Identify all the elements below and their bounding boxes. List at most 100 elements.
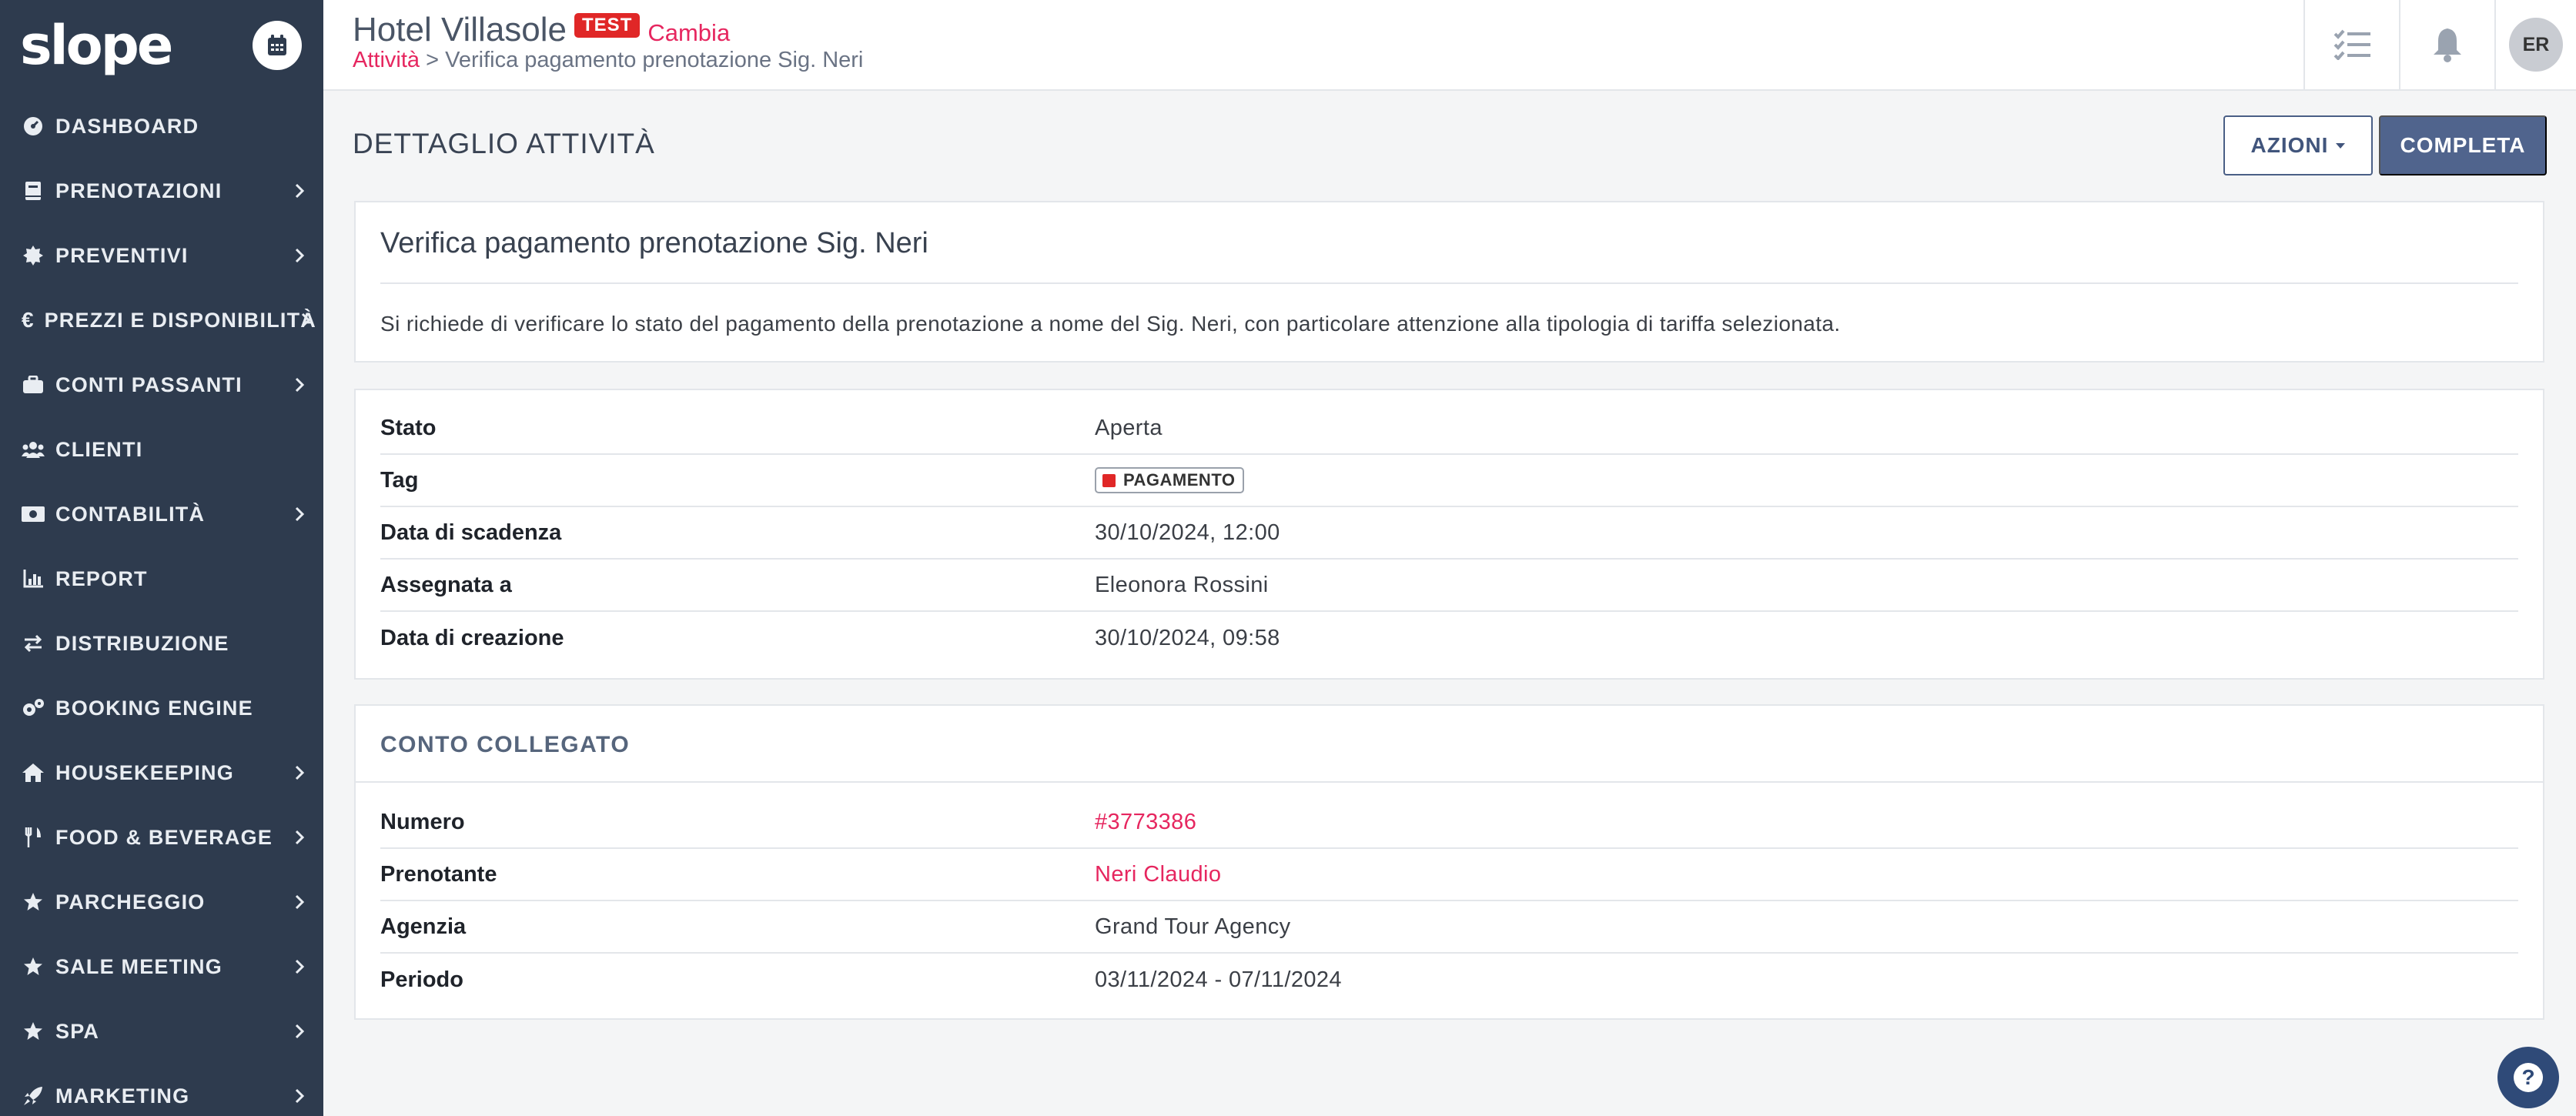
dashboard-gauge-icon	[22, 115, 45, 138]
chevron-right-icon	[295, 248, 305, 263]
detail-row-assegnata: Assegnata a Eleonora Rossini	[380, 560, 2518, 612]
chevron-right-icon	[295, 830, 305, 845]
hotel-selector: Hotel Villasole TEST Cambia	[353, 11, 730, 49]
sidebar: slope DASHBOARD PRENOTAZIONI PREVENTIVI	[0, 0, 323, 1116]
sidebar-item-spa[interactable]: SPA	[0, 999, 323, 1064]
chevron-right-icon	[295, 765, 305, 780]
sidebar-item-label: PREZZI E DISPONIBILITÀ	[44, 308, 316, 332]
linked-account-card: CONTO COLLEGATO Numero #3773386 Prenotan…	[354, 704, 2544, 1020]
caret-down-icon	[2336, 142, 2346, 149]
change-hotel-link[interactable]: Cambia	[647, 19, 730, 47]
account-label: Agenzia	[380, 914, 467, 939]
sidebar-item-label: DISTRIBUZIONE	[55, 631, 229, 655]
help-button[interactable]: ?	[2497, 1047, 2559, 1108]
detail-value: Eleonora Rossini	[1095, 572, 1269, 597]
detail-label: Tag	[380, 467, 419, 493]
home-icon	[22, 761, 45, 784]
account-value: Grand Tour Agency	[1095, 914, 1291, 939]
actions-dropdown-button[interactable]: AZIONI	[2223, 115, 2373, 175]
sidebar-item-conti-passanti[interactable]: CONTI PASSANTI	[0, 353, 323, 417]
sidebar-item-parcheggio[interactable]: PARCHEGGIO	[0, 870, 323, 934]
sidebar-item-label: SPA	[55, 1019, 100, 1043]
detail-value: 30/10/2024, 09:58	[1095, 625, 1280, 650]
breadcrumb-link-attivita[interactable]: Attività	[353, 48, 420, 72]
chevron-right-icon	[295, 894, 305, 910]
detail-row-creazione: Data di creazione 30/10/2024, 09:58	[380, 612, 2518, 664]
sidebar-item-food-beverage[interactable]: FOOD & BEVERAGE	[0, 805, 323, 870]
detail-label: Data di creazione	[380, 625, 564, 650]
rocket-icon	[22, 1084, 45, 1108]
detail-label: Data di scadenza	[380, 520, 562, 545]
breadcrumb-current: Verifica pagamento prenotazione Sig. Ner…	[445, 48, 864, 72]
sidebar-item-label: DASHBOARD	[55, 114, 199, 138]
tag-badge[interactable]: PAGAMENTO	[1095, 467, 1245, 493]
task-description: Si richiede di verificare lo stato del p…	[380, 312, 1841, 336]
sidebar-item-label: BOOKING ENGINE	[55, 696, 253, 720]
slope-logo[interactable]: slope	[20, 18, 173, 72]
sidebar-item-housekeeping[interactable]: HOUSEKEEPING	[0, 740, 323, 805]
star-icon	[22, 1020, 45, 1043]
divider	[356, 781, 2543, 783]
sidebar-item-preventivi[interactable]: PREVENTIVI	[0, 223, 323, 288]
task-list-icon	[2333, 29, 2370, 60]
sidebar-item-clienti[interactable]: CLIENTI	[0, 417, 323, 482]
hotel-name: Hotel Villasole	[353, 11, 567, 48]
account-row-numero: Numero #3773386	[380, 797, 2518, 849]
breadcrumb: Attività > Verifica pagamento prenotazio…	[353, 48, 863, 73]
sidebar-item-label: CONTI PASSANTI	[55, 373, 243, 396]
calendar-icon	[268, 35, 286, 55]
actions-button-label: AZIONI	[2250, 133, 2329, 157]
sidebar-item-label: PRENOTAZIONI	[55, 179, 222, 202]
account-number-link[interactable]: #3773386	[1095, 810, 1196, 835]
notifications-button[interactable]	[2399, 0, 2494, 89]
euro-icon: €	[22, 308, 34, 332]
account-label: Numero	[380, 809, 465, 834]
sidebar-item-report[interactable]: REPORT	[0, 546, 323, 611]
users-icon	[22, 438, 45, 461]
book-icon	[22, 179, 45, 202]
sidebar-item-dashboard[interactable]: DASHBOARD	[0, 94, 323, 159]
detail-label: Assegnata a	[380, 572, 512, 597]
chevron-right-icon	[295, 377, 305, 393]
top-header: Hotel Villasole TEST Cambia Attività > V…	[323, 0, 2576, 91]
chevron-right-icon	[295, 1088, 305, 1104]
sidebar-item-label: FOOD & BEVERAGE	[55, 825, 273, 849]
divider	[380, 282, 2518, 284]
account-row-prenotante: Prenotante Neri Claudio	[380, 849, 2518, 901]
complete-button[interactable]: COMPLETA	[2379, 115, 2547, 175]
star-icon	[22, 955, 45, 978]
test-badge: TEST	[574, 13, 641, 38]
account-row-periodo: Periodo 03/11/2024 - 07/11/2024	[380, 954, 2518, 1006]
sidebar-item-booking-engine[interactable]: BOOKING ENGINE	[0, 676, 323, 740]
task-card: Verifica pagamento prenotazione Sig. Ner…	[354, 201, 2544, 363]
badge-icon	[22, 244, 45, 267]
account-label: Prenotante	[380, 861, 497, 887]
sidebar-nav: DASHBOARD PRENOTAZIONI PREVENTIVI € PREZ…	[0, 94, 323, 1116]
tasks-button[interactable]	[2303, 0, 2399, 89]
sidebar-item-prezzi-disponibilita[interactable]: € PREZZI E DISPONIBILITÀ	[0, 288, 323, 353]
detail-value: Aperta	[1095, 415, 1163, 440]
utensils-icon	[22, 826, 45, 849]
sidebar-item-sale-meeting[interactable]: SALE MEETING	[0, 934, 323, 999]
sidebar-item-label: MARKETING	[55, 1084, 190, 1108]
tag-color-swatch	[1102, 473, 1116, 487]
task-details-card: Stato Aperta Tag PAGAMENTO Data di scade…	[354, 389, 2544, 680]
money-icon	[22, 503, 45, 526]
sidebar-item-contabilita[interactable]: CONTABILITÀ	[0, 482, 323, 546]
exchange-icon	[22, 632, 45, 655]
page-title: DETTAGLIO ATTIVITÀ	[353, 128, 655, 159]
user-menu-button[interactable]: ER	[2494, 0, 2576, 89]
sidebar-item-label: PREVENTIVI	[55, 243, 189, 267]
sidebar-item-marketing[interactable]: MARKETING	[0, 1064, 323, 1116]
cogs-icon	[22, 697, 45, 720]
star-icon	[22, 890, 45, 914]
detail-label: Stato	[380, 415, 437, 440]
sidebar-item-distribuzione[interactable]: DISTRIBUZIONE	[0, 611, 323, 676]
task-title: Verifica pagamento prenotazione Sig. Ner…	[380, 227, 928, 259]
sidebar-item-label: HOUSEKEEPING	[55, 760, 234, 784]
calendar-button[interactable]	[253, 21, 302, 70]
booker-link[interactable]: Neri Claudio	[1095, 862, 1221, 887]
question-icon: ?	[2514, 1063, 2543, 1092]
sidebar-item-prenotazioni[interactable]: PRENOTAZIONI	[0, 159, 323, 223]
sidebar-item-label: PARCHEGGIO	[55, 890, 206, 914]
